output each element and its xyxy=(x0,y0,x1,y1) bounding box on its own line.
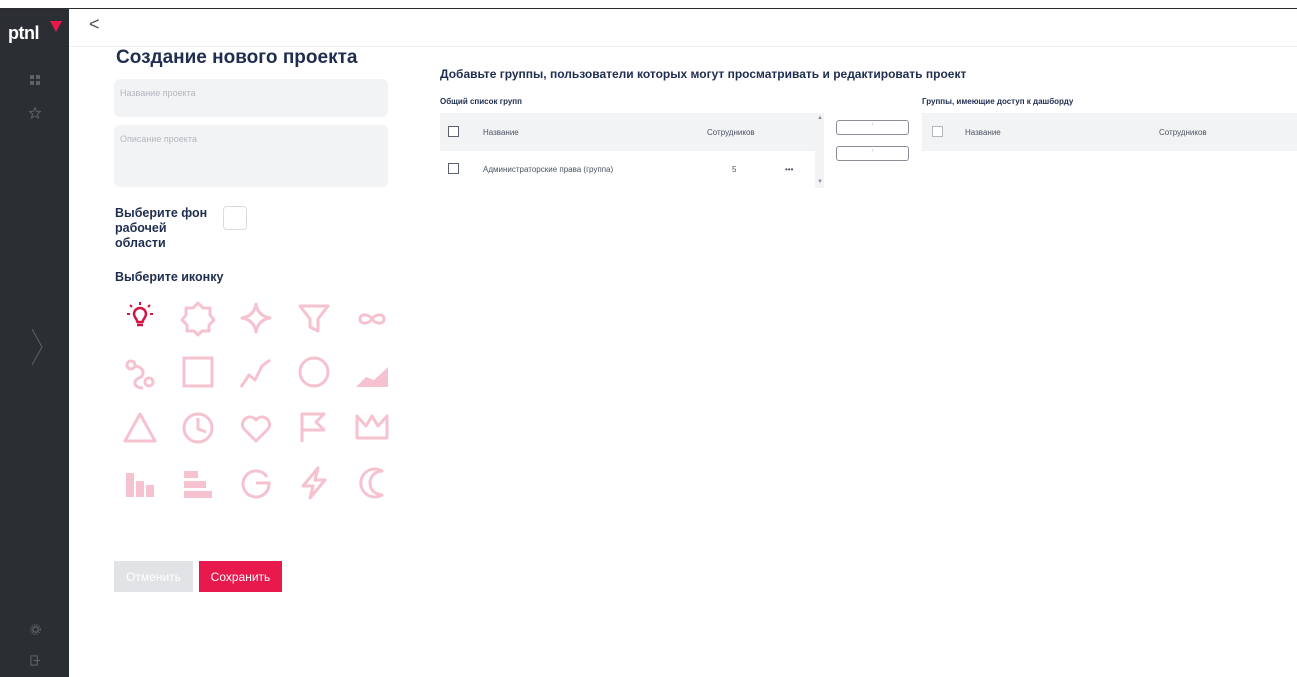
gear-icon[interactable] xyxy=(30,624,41,635)
window-top-border xyxy=(0,0,1297,9)
groups-title: Добавьте группы, пользователи которых мо… xyxy=(440,67,967,81)
app-logo[interactable]: ptnl xyxy=(8,23,40,44)
project-name-input[interactable]: Название проекта xyxy=(114,79,388,117)
row-menu-button[interactable]: ••• xyxy=(785,165,793,174)
group-name: Администраторские права (группа) xyxy=(483,165,614,174)
save-button[interactable]: Сохранить xyxy=(199,561,282,592)
top-bar: < xyxy=(69,9,1297,47)
background-label: Выберите фон рабочей области xyxy=(115,206,208,250)
background-color-picker[interactable] xyxy=(223,206,247,230)
project-description-placeholder: Описание проекта xyxy=(120,134,197,144)
lightning-icon[interactable] xyxy=(294,463,334,503)
heart-icon[interactable] xyxy=(236,408,276,448)
trend-line-icon[interactable] xyxy=(236,353,276,393)
scroll-up-arrow[interactable]: ▲ xyxy=(817,115,823,121)
scrollbar[interactable]: ▲ ▼ xyxy=(815,113,824,188)
flag-icon[interactable] xyxy=(294,408,334,448)
col-count: Сотрудников xyxy=(707,128,755,137)
sparkle-icon[interactable] xyxy=(236,298,276,338)
move-left-button[interactable]: ‹ xyxy=(836,146,909,161)
project-name-placeholder: Название проекта xyxy=(120,88,196,98)
triangle-icon[interactable] xyxy=(120,408,160,448)
access-groups-header: Название Сотрудников xyxy=(922,113,1297,151)
pie-chart-icon[interactable] xyxy=(236,463,276,503)
access-groups-title: Группы, имеющие доступ к дашборду xyxy=(922,97,1074,106)
circle-icon[interactable] xyxy=(294,353,334,393)
star-icon[interactable] xyxy=(29,107,41,119)
lightbulb-icon[interactable] xyxy=(120,298,160,338)
area-chart-icon[interactable] xyxy=(352,353,392,393)
dashboard-grid-icon[interactable] xyxy=(30,75,40,85)
page-title: Создание нового проекта xyxy=(116,47,358,68)
chevron-right-icon[interactable] xyxy=(30,327,44,367)
crown-icon[interactable] xyxy=(352,408,392,448)
move-right-label: › xyxy=(871,122,874,128)
moon-icon[interactable] xyxy=(352,463,392,503)
horizontal-bars-icon[interactable] xyxy=(178,463,218,503)
clock-icon[interactable] xyxy=(178,408,218,448)
icon-label: Выберите иконку xyxy=(115,270,224,284)
scroll-down-arrow[interactable]: ▼ xyxy=(817,179,823,185)
access-col-count: Сотрудников xyxy=(1159,128,1207,137)
select-all-checkbox[interactable] xyxy=(448,126,459,137)
select-all-access-checkbox[interactable] xyxy=(932,126,943,137)
group-count: 5 xyxy=(732,165,737,174)
project-description-input[interactable]: Описание проекта xyxy=(114,125,388,187)
col-name: Название xyxy=(483,128,519,137)
access-col-name: Название xyxy=(965,128,1001,137)
icon-picker xyxy=(120,298,400,508)
all-groups-title: Общий список групп xyxy=(440,97,522,106)
path-icon[interactable] xyxy=(120,353,160,393)
move-right-button[interactable]: › xyxy=(836,120,909,135)
row-checkbox[interactable] xyxy=(448,163,459,174)
funnel-icon[interactable] xyxy=(294,298,334,338)
sidebar: ptnl xyxy=(0,9,69,677)
cancel-button[interactable]: Отменить xyxy=(114,561,193,592)
infinity-icon[interactable] xyxy=(352,298,392,338)
back-button[interactable]: < xyxy=(89,14,100,35)
logout-icon[interactable] xyxy=(30,655,41,666)
bar-chart-icon[interactable] xyxy=(120,463,160,503)
badge-icon[interactable] xyxy=(178,298,218,338)
logo-mark-icon xyxy=(50,21,62,32)
move-left-label: ‹ xyxy=(871,148,874,154)
all-groups-header: Название Сотрудников xyxy=(440,113,815,151)
square-icon[interactable] xyxy=(178,353,218,393)
